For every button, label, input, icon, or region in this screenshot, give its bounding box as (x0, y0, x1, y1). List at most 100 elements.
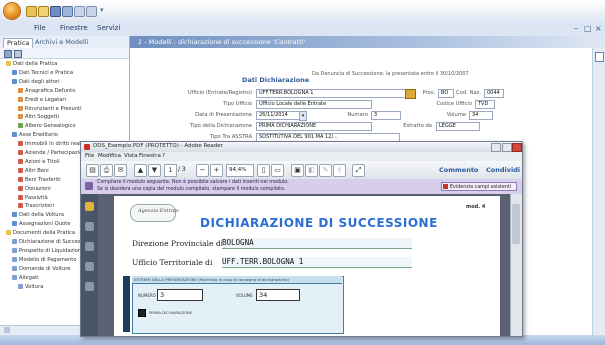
expand-icon[interactable]: ⤢ (352, 164, 365, 177)
volume-field[interactable]: 34 (469, 111, 493, 120)
ufficio-field[interactable]: UFF.TERR.BOLOGNA 1 (256, 89, 406, 98)
menu-finestre[interactable]: Finestre (60, 24, 88, 32)
tree-item[interactable]: Dati della Pratica (6, 61, 57, 68)
scroll-left-icon[interactable] (4, 327, 10, 333)
menu-servizi[interactable]: Servizi (97, 24, 120, 32)
menu-file[interactable]: File (34, 24, 46, 32)
layers-panel-icon[interactable] (85, 282, 94, 291)
redo-icon[interactable] (86, 6, 97, 17)
numero-pdf-label: NUMERO (138, 293, 156, 298)
save-copy-icon[interactable]: ▣ (291, 164, 304, 177)
tree-item-label: Voltura (25, 283, 44, 290)
ufficio-territoriale-field[interactable]: UFF.TERR.BOLOGNA 1 (222, 257, 412, 268)
tree-item[interactable]: Dati degli attori (12, 78, 60, 86)
numero-field[interactable]: 3 (371, 111, 401, 120)
tree-item[interactable]: Albero Genealogico (18, 123, 76, 130)
tree-item[interactable]: Azioni e Titoli (18, 158, 60, 166)
tree-item[interactable]: Documenti della Pratica (6, 230, 75, 237)
prov-label: Prov. (422, 90, 435, 96)
signatures-panel-icon[interactable] (85, 262, 94, 271)
attachments-panel-icon[interactable] (85, 242, 94, 251)
tree-item[interactable]: Eredi e Legatari (18, 96, 66, 104)
page-number-input[interactable]: 1 (164, 164, 177, 177)
tree-item[interactable]: Modello di Pagamento (12, 256, 77, 264)
zoom-level-select[interactable]: 94,4% (226, 164, 254, 177)
tab-pratica[interactable]: Pratica (3, 38, 34, 48)
codice-ufficio-field[interactable]: TVD (475, 100, 495, 109)
reader-menu-finestra[interactable]: Finestra (139, 153, 161, 159)
tree-item[interactable]: Voltura (18, 283, 44, 291)
zoom-in-icon[interactable]: + (210, 164, 223, 177)
direzione-field[interactable]: BOLOGNA (222, 238, 412, 249)
estratto-field[interactable]: LEGGE (436, 122, 480, 131)
pages-panel-icon[interactable] (85, 202, 94, 211)
tree-item[interactable]: Domande di Volture (12, 265, 71, 273)
prov-field[interactable]: BO (438, 89, 454, 98)
fit-width-icon[interactable]: ▭ (271, 164, 284, 177)
tree-item[interactable]: Dati della Volturа (12, 212, 64, 219)
application-menu-button[interactable] (4, 3, 20, 19)
tree-item[interactable]: Rinunzianti e Presunti (18, 105, 82, 113)
highlight-fields-button[interactable]: Evidenzia campi esistenti (441, 182, 517, 191)
tipo-dichiarazione-field[interactable]: PRIMA DICHIARAZIONE (256, 122, 372, 131)
maximize-button[interactable]: □ (584, 24, 592, 33)
reader-close-button[interactable] (512, 143, 522, 152)
open-folder-icon[interactable] (38, 6, 49, 17)
document-panel-icon[interactable] (595, 52, 604, 62)
tree-item[interactable]: Dati Tecnici e Pratica (12, 69, 73, 77)
reader-menu-file[interactable]: File (85, 153, 94, 159)
share-icon[interactable]: ⇪ (333, 164, 346, 177)
commento-button[interactable]: Commento (439, 166, 478, 174)
volume-pdf-field[interactable]: 34 (256, 289, 300, 301)
tree-item[interactable]: Aziende / Partecipazioni (18, 150, 87, 157)
prima-dichiarazione-checkbox[interactable] (138, 309, 146, 317)
tree-item[interactable]: Asse Ereditario (12, 132, 58, 139)
tree-item[interactable]: Allegati (12, 274, 39, 282)
document-scroll-thumb[interactable] (512, 204, 520, 244)
bookmarks-panel-icon[interactable] (85, 222, 94, 231)
tree-item[interactable]: Prospetto di Liquidazione (12, 247, 84, 255)
close-button[interactable]: × (595, 24, 602, 33)
agenzia-entrate-logo-text: Agenzia Entrate (138, 208, 180, 214)
condividi-button[interactable]: Condividi (486, 166, 520, 174)
print-icon[interactable]: ⎙ (100, 164, 113, 177)
next-page-icon[interactable]: ▼ (148, 164, 161, 177)
reader-minimize-button[interactable] (491, 143, 501, 152)
tree-node-icon (12, 132, 17, 138)
tree-item[interactable]: Passività (18, 194, 48, 202)
print-icon[interactable] (62, 6, 73, 17)
save-icon[interactable] (50, 6, 61, 17)
reader-menu-modifica[interactable]: Modifica (98, 153, 121, 159)
fit-page-icon[interactable]: ▯ (257, 164, 270, 177)
cod-naz-field[interactable]: 0044 (484, 89, 504, 98)
tree-item[interactable]: Altri Beni (18, 167, 49, 175)
tipo-ufficio-field[interactable]: Ufficio Locale delle Entrate (256, 100, 372, 109)
expand-all-icon[interactable] (4, 50, 12, 58)
document-heading: DICHIARAZIONE DI SUCCESSIONE (200, 216, 438, 230)
quick-access-dropdown-icon[interactable]: ▾ (100, 6, 104, 14)
tree-item[interactable]: Assegnazioni Quote (12, 221, 70, 228)
tree-item[interactable]: Donazioni (18, 185, 51, 193)
tree-item[interactable]: Altri Soggetti (18, 114, 59, 121)
numero-pdf-field[interactable]: 3 (157, 289, 203, 301)
previous-page-icon[interactable]: ▲ (134, 164, 147, 177)
reader-maximize-button[interactable] (502, 143, 512, 152)
calendar-dropdown-icon[interactable]: ▾ (299, 111, 307, 121)
email-icon[interactable]: ✉ (114, 164, 127, 177)
select-tool-icon[interactable]: ◧ (305, 164, 318, 177)
tree-item[interactable]: Beni Trasferiti (18, 176, 61, 184)
reader-menu-vista[interactable]: Vista (124, 153, 138, 159)
collapse-all-icon[interactable] (14, 50, 22, 58)
tree-item[interactable]: Anagrafica Defunto (18, 87, 75, 95)
tree-item[interactable]: Trascrizioni (18, 203, 54, 210)
tab-archivi-modelli[interactable]: Archivi e Modelli (32, 38, 91, 47)
undo-icon[interactable] (74, 6, 85, 17)
sign-icon[interactable]: ✎ (319, 164, 332, 177)
new-file-icon[interactable] (26, 6, 37, 17)
minimize-button[interactable]: – (574, 24, 578, 33)
tree-item-label: Donazioni (25, 185, 51, 192)
data-presentazione-field[interactable]: 26/11/2014 (256, 111, 300, 120)
reader-menu-help[interactable]: ? (162, 153, 165, 159)
zoom-out-icon[interactable]: − (196, 164, 209, 177)
open-file-icon[interactable]: ▤ (86, 164, 99, 177)
